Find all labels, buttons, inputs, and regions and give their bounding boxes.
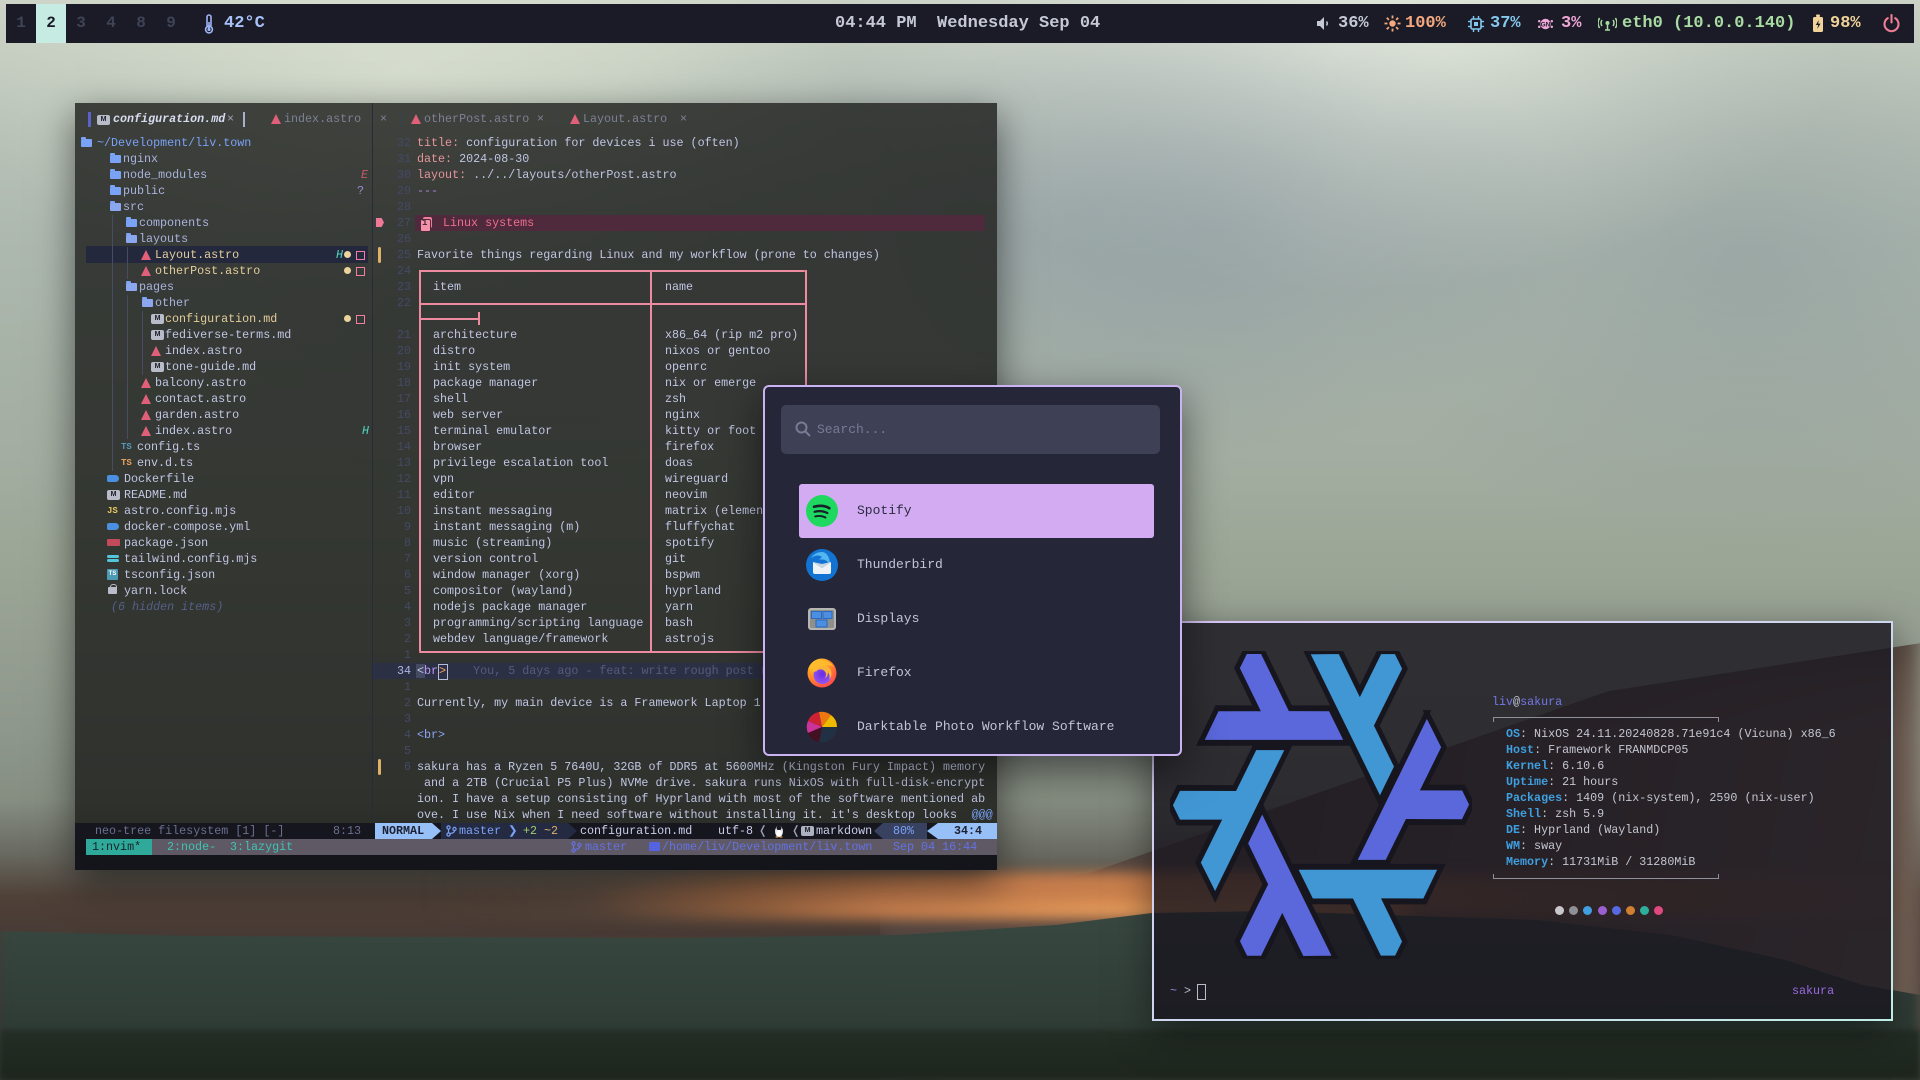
svg-text:GN: GN [1541, 22, 1551, 29]
